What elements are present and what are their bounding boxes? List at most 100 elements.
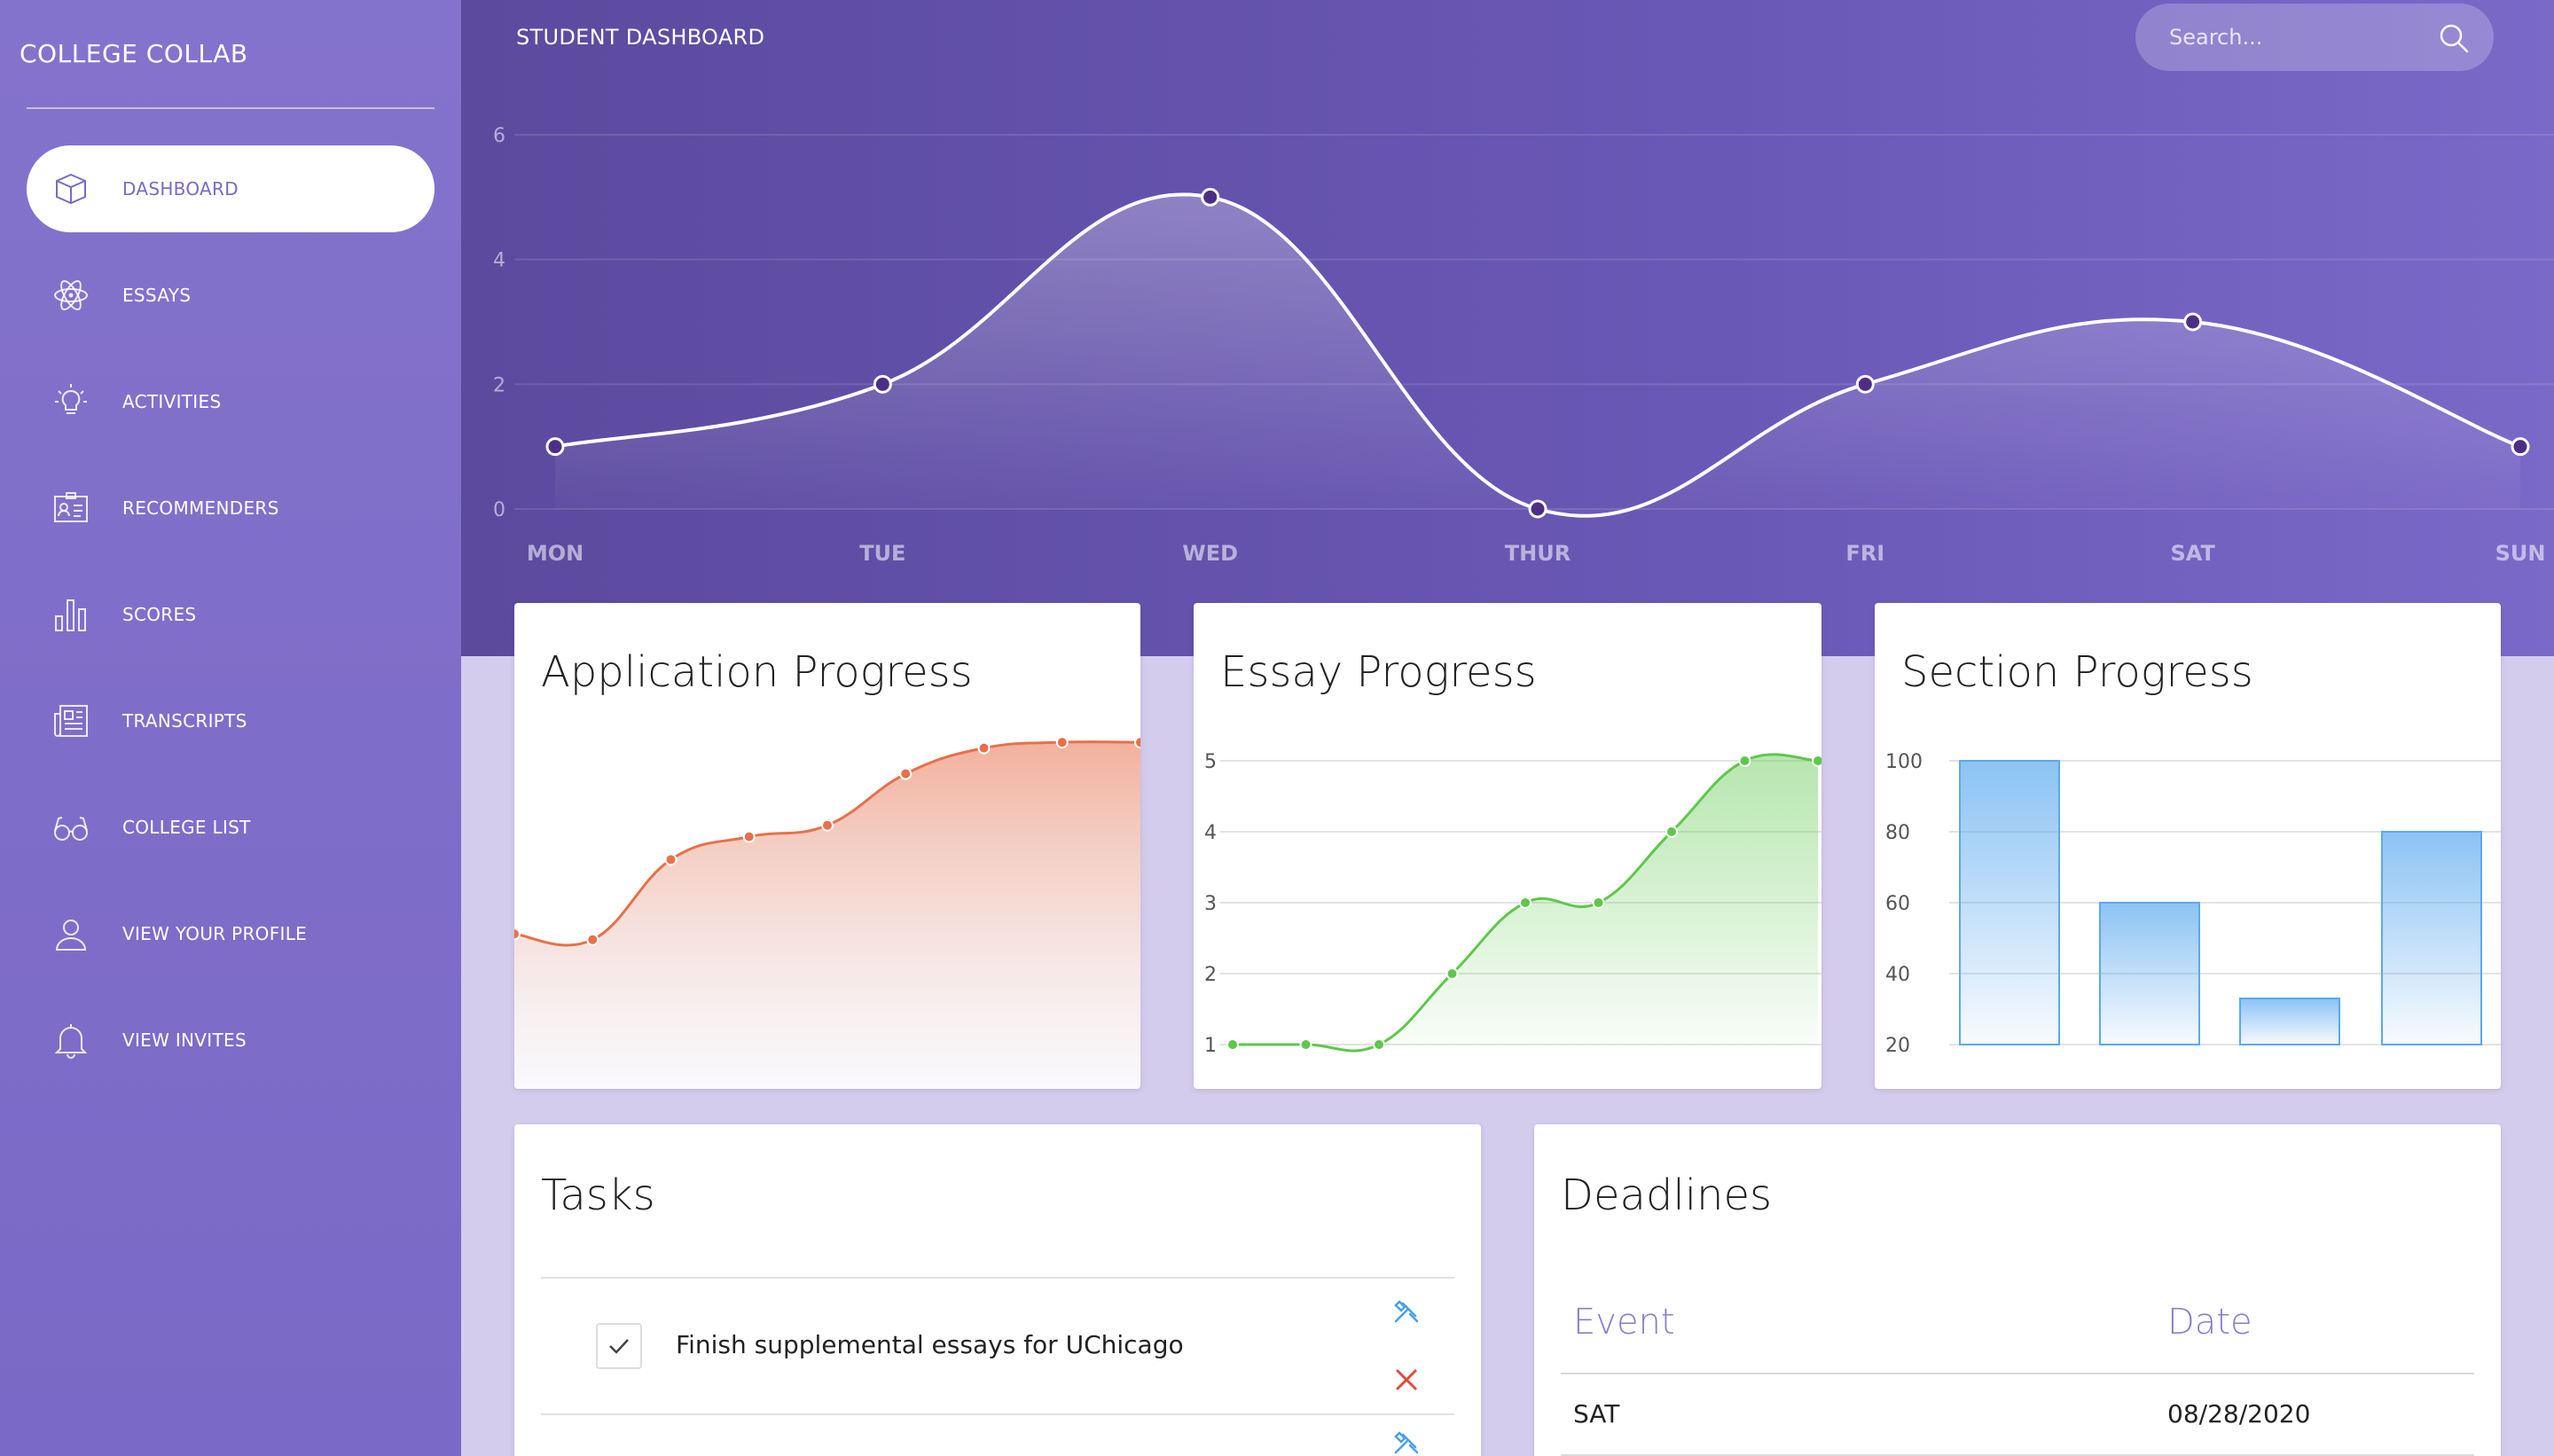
- data-point[interactable]: [2183, 312, 2203, 332]
- sidebar-item-label: ACTIVITIES: [122, 391, 222, 412]
- sidebar-item-college-list[interactable]: COLLEGE LIST: [27, 784, 435, 871]
- bar[interactable]: [2099, 902, 2200, 1045]
- divider: [1561, 1373, 2474, 1374]
- search-input[interactable]: [2169, 20, 2435, 55]
- y-tick-label: 4: [1204, 822, 1217, 844]
- x-tick-label: THUR: [1505, 541, 1571, 566]
- data-point[interactable]: [1134, 736, 1140, 749]
- deadline-date: 08/28/2020: [2167, 1399, 2311, 1429]
- y-tick-label: 3: [1204, 893, 1217, 915]
- data-point[interactable]: [1812, 755, 1821, 767]
- data-point[interactable]: [1373, 1038, 1385, 1051]
- data-point[interactable]: [821, 818, 834, 832]
- lightbulb-icon: [51, 382, 90, 421]
- data-point[interactable]: [514, 928, 521, 941]
- y-tick-label: 0: [493, 499, 505, 521]
- search-box[interactable]: [2135, 4, 2494, 71]
- sidebar-item-label: ESSAYS: [122, 285, 192, 306]
- sidebar-item-recommenders[interactable]: RECOMMENDERS: [27, 465, 435, 552]
- y-tick-label: 4: [493, 250, 505, 272]
- glasses-icon: [51, 808, 90, 847]
- data-point[interactable]: [1055, 736, 1069, 749]
- data-point[interactable]: [1665, 826, 1678, 838]
- bell-icon: [51, 1021, 90, 1060]
- section-progress-chart: 100 80 60 40 20: [1885, 751, 2501, 1057]
- deadline-event: SAT: [1573, 1399, 1620, 1429]
- bar[interactable]: [2239, 998, 2340, 1045]
- sidebar-item-label: RECOMMENDERS: [122, 497, 279, 519]
- weekly-activity-chart: 6 4 2 0 MON TUE WED THUR FRI SAT SUN: [493, 125, 2554, 566]
- data-point[interactable]: [1738, 755, 1751, 767]
- y-tick-label: 80: [1885, 822, 1910, 844]
- application-progress-card: Application Progress: [514, 603, 1140, 1089]
- sidebar-item-label: DASHBOARD: [122, 178, 239, 200]
- data-point[interactable]: [1592, 896, 1605, 909]
- column-header-event: Event: [1573, 1302, 1675, 1342]
- y-tick-label: 20: [1885, 1035, 1910, 1057]
- x-tick-label: FRI: [1845, 541, 1884, 566]
- bar[interactable]: [2381, 831, 2482, 1045]
- y-tick-label: 60: [1885, 893, 1910, 915]
- sidebar-item-label: TRANSCRIPTS: [122, 710, 247, 732]
- data-point[interactable]: [977, 741, 991, 755]
- search-icon[interactable]: [2437, 21, 2471, 55]
- sidebar-item-scores[interactable]: SCORES: [27, 571, 435, 658]
- data-point[interactable]: [2511, 437, 2530, 457]
- x-tick-label: WED: [1182, 541, 1238, 566]
- y-tick-label: 2: [1204, 964, 1217, 986]
- page-title: STUDENT DASHBOARD: [516, 25, 765, 50]
- task-checkbox[interactable]: [596, 1323, 642, 1369]
- sidebar-item-dashboard[interactable]: DASHBOARD: [27, 145, 435, 232]
- user-icon: [51, 914, 90, 953]
- task-text: Finish supplemental essays for UChicago: [676, 1330, 1184, 1359]
- data-point[interactable]: [586, 933, 599, 946]
- edit-tools-icon[interactable]: [1392, 1429, 1421, 1456]
- sidebar-item-view-invites[interactable]: VIEW INVITES: [27, 997, 435, 1084]
- check-icon: [609, 1339, 629, 1354]
- data-point[interactable]: [1519, 896, 1532, 909]
- data-point[interactable]: [742, 830, 756, 843]
- data-point[interactable]: [873, 374, 892, 394]
- deadlines-card: Deadlines Event Date SAT 08/28/2020: [1534, 1124, 2501, 1456]
- bar-chart-icon: [51, 595, 90, 634]
- data-point[interactable]: [1299, 1038, 1312, 1051]
- bar[interactable]: [1959, 760, 2060, 1045]
- sidebar-item-essays[interactable]: ESSAYS: [27, 252, 435, 339]
- data-point[interactable]: [1201, 187, 1220, 207]
- y-tick-label: 100: [1885, 751, 1923, 773]
- application-progress-chart: [514, 736, 1140, 1089]
- data-point[interactable]: [1528, 499, 1547, 519]
- area-fill: [514, 741, 1140, 1089]
- sidebar-item-label: VIEW INVITES: [122, 1029, 247, 1051]
- sidebar-item-label: COLLEGE LIST: [122, 817, 251, 838]
- data-point[interactable]: [1226, 1038, 1239, 1051]
- data-point[interactable]: [1855, 374, 1875, 394]
- column-header-date: Date: [2167, 1302, 2252, 1342]
- sidebar-item-activities[interactable]: ACTIVITIES: [27, 358, 435, 445]
- data-point[interactable]: [1445, 967, 1459, 980]
- sidebar-item-label: VIEW YOUR PROFILE: [122, 923, 308, 944]
- card-title: Tasks: [541, 1170, 655, 1220]
- data-point[interactable]: [545, 437, 565, 457]
- data-point[interactable]: [664, 853, 678, 866]
- edit-tools-icon[interactable]: [1392, 1298, 1421, 1327]
- brand-title: COLLEGE COLLAB: [20, 39, 248, 68]
- newspaper-icon: [51, 701, 90, 740]
- divider: [27, 107, 435, 109]
- card-title: Deadlines: [1561, 1170, 1773, 1220]
- y-tick-label: 2: [493, 374, 505, 396]
- x-tick-label: SUN: [2495, 541, 2546, 566]
- sidebar-item-transcripts[interactable]: TRANSCRIPTS: [27, 677, 435, 764]
- data-point[interactable]: [899, 767, 913, 780]
- atom-icon: [51, 276, 90, 315]
- y-tick-label: 5: [1204, 751, 1217, 773]
- sidebar-item-label: SCORES: [122, 604, 197, 625]
- x-tick-label: SAT: [2170, 541, 2215, 566]
- y-tick-label: 40: [1885, 964, 1910, 986]
- divider: [541, 1413, 1454, 1415]
- delete-icon[interactable]: [1392, 1366, 1421, 1394]
- y-tick-label: 1: [1204, 1035, 1217, 1057]
- essay-progress-chart: 5 4 3 2 1: [1204, 751, 1821, 1057]
- tasks-card: Tasks Finish supplemental essays for UCh…: [514, 1124, 1481, 1456]
- sidebar-item-view-your-profile[interactable]: VIEW YOUR PROFILE: [27, 890, 435, 977]
